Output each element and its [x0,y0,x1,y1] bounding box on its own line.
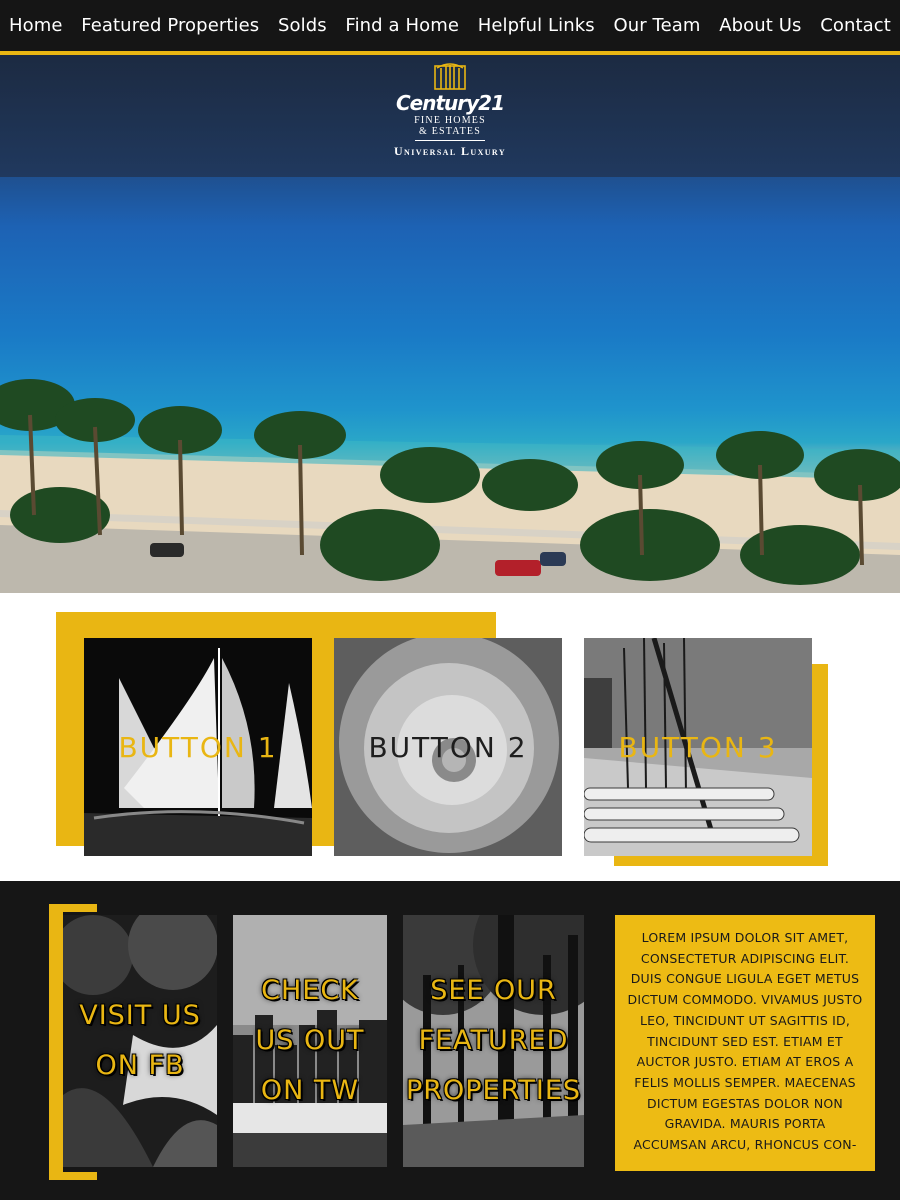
button-2-label: BUTTON 2 [368,730,528,764]
featured-label-line-3: PROPERTIES [405,1075,582,1106]
gate-icon [434,63,466,90]
button-3-label: BUTTON 3 [618,730,778,764]
main-nav: Home Featured Properties Solds Find a Ho… [0,0,900,51]
twitter-label-line-1: CHECK [261,975,359,1006]
logo-divider [415,140,485,141]
facebook-label-line-2: ON FB [95,1050,185,1081]
nav-item-home[interactable]: Home [9,15,63,36]
footer: VISIT US ON FB CHECK US OUT ON TW SEE OU… [0,881,900,1200]
featured-label-line-2: FEATURED [418,1025,569,1056]
logo-subtitle-line-1: FINE HOMES [414,115,486,126]
twitter-label-line-3: ON TW [260,1075,360,1106]
footer-text-block: Lorem ipsum dolor sit amet, consectetur … [615,915,875,1171]
nav-item-about-us[interactable]: About Us [719,15,801,36]
logo-company-name: Universal Luxury [393,144,507,158]
nav-item-helpful-links[interactable]: Helpful Links [478,15,595,36]
nav-item-solds[interactable]: Solds [278,15,327,36]
featured-label-line-1: SEE OUR [430,975,557,1006]
facebook-label-line-1: VISIT US [79,1000,201,1031]
button-3-tile[interactable]: BUTTON 3 [584,638,812,856]
twitter-label: CHECK US OUT ON TW [256,966,365,1116]
hero-banner: Century21 FINE HOMES & ESTATES Universal… [0,55,900,593]
nav-item-our-team[interactable]: Our Team [613,15,700,36]
featured-properties-label: SEE OUR FEATURED PROPERTIES [406,966,581,1116]
button-2-tile[interactable]: BUTTON 2 [334,638,562,856]
nav-item-featured-properties[interactable]: Featured Properties [81,15,259,36]
button-1-tile[interactable]: BUTTON 1 [84,638,312,856]
logo-brand: Century21 [395,91,505,115]
twitter-label-line-2: US OUT [255,1025,365,1056]
facebook-label: VISIT US ON FB [79,991,201,1091]
button-1-label: BUTTON 1 [118,730,278,764]
nav-item-find-a-home[interactable]: Find a Home [345,15,459,36]
logo-subtitle-line-2: & ESTATES [419,126,481,137]
twitter-tile[interactable]: CHECK US OUT ON TW [233,915,387,1167]
facebook-tile[interactable]: VISIT US ON FB [63,915,217,1167]
featured-properties-tile[interactable]: SEE OUR FEATURED PROPERTIES [403,915,584,1167]
nav-item-contact[interactable]: Contact [820,15,891,36]
company-logo[interactable]: Century21 FINE HOMES & ESTATES Universal… [385,60,515,176]
